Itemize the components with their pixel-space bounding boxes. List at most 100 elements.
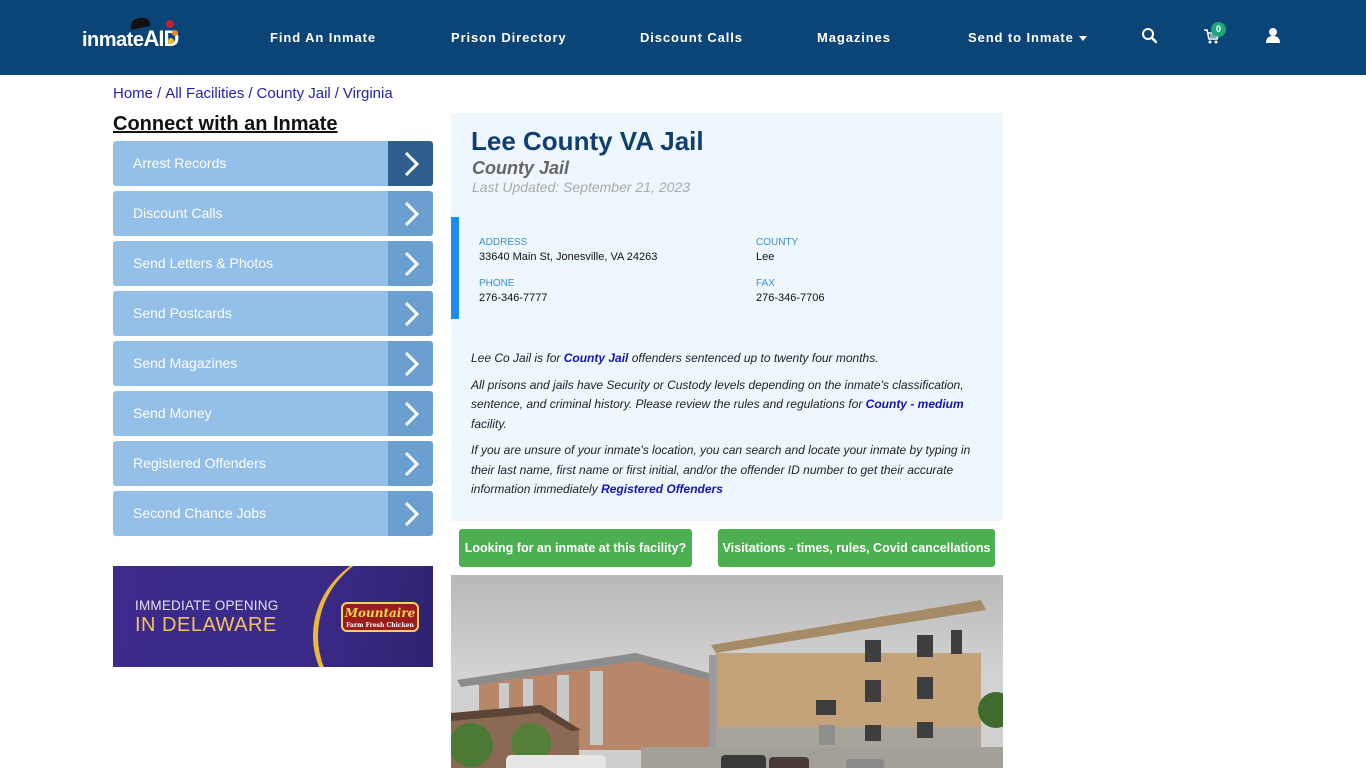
window	[917, 677, 933, 699]
parked-car	[721, 755, 766, 768]
breadcrumb-all-facilities[interactable]: All Facilities	[165, 85, 244, 102]
phone-label: PHONE	[479, 278, 515, 289]
address-label: ADDRESS	[479, 237, 528, 248]
user-icon[interactable]	[1263, 26, 1283, 46]
facility-description: Lee Co Jail is for County Jail offenders…	[471, 349, 986, 507]
description-paragraph: Lee Co Jail is for County Jail offenders…	[471, 349, 986, 369]
chevron-right-icon	[388, 491, 433, 536]
sidebar-item-label: Second Chance Jobs	[113, 491, 388, 536]
facility-title: Lee County VA Jail	[471, 126, 704, 156]
sidebar-item-label: Send Postcards	[113, 291, 388, 336]
nav-magazines[interactable]: Magazines	[817, 30, 891, 45]
caret-down-icon	[1078, 36, 1087, 42]
sidebar-item-registered-offenders[interactable]: Registered Offenders	[113, 441, 433, 486]
sidebar-item-label: Registered Offenders	[113, 441, 388, 486]
ad-brand-name: Mountaire	[344, 606, 416, 620]
sidebar-item-second-chance-jobs[interactable]: Second Chance Jobs	[113, 491, 433, 536]
cart-count-badge: 0	[1211, 22, 1226, 37]
registered-offenders-link[interactable]: Registered Offenders	[601, 482, 723, 496]
tree	[451, 723, 493, 767]
sidebar-item-discount-calls[interactable]: Discount Calls	[113, 191, 433, 236]
breadcrumb-separator: /	[157, 85, 162, 102]
sidebar-item-send-magazines[interactable]: Send Magazines	[113, 341, 433, 386]
ad-brand-tagline: Farm Fresh Chicken	[346, 622, 414, 629]
breadcrumb-separator: /	[248, 85, 253, 102]
visitations-button[interactable]: Visitations - times, rules, Covid cancel…	[718, 529, 995, 567]
leaf-icon	[172, 30, 178, 36]
facility-card: Lee County VA Jail County Jail Last Upda…	[451, 113, 1003, 521]
county-medium-link[interactable]: County - medium	[866, 397, 964, 411]
description-text: Lee Co Jail is for	[471, 351, 564, 365]
county-label: COUNTY	[756, 237, 799, 248]
top-navbar: inmate AID Find An Inmate Prison Directo…	[0, 0, 1366, 75]
phone-value: 276-346-7777	[479, 292, 548, 304]
breadcrumb-home[interactable]: Home	[113, 85, 153, 102]
sidebar-title: Connect with an Inmate	[113, 113, 338, 135]
leaf-icon	[168, 38, 174, 44]
inmateaid-logo[interactable]: inmate AID	[82, 16, 179, 52]
ad-subheadline: IN DELAWARE	[135, 614, 277, 636]
sidebar-menu: Arrest Records Discount Calls Send Lette…	[113, 141, 433, 541]
breadcrumb: Home / All Facilities / County Jail / Virginia	[113, 85, 393, 102]
sidebar-item-send-money[interactable]: Send Money	[113, 391, 433, 436]
tree	[978, 692, 1003, 728]
fax-label: FAX	[756, 278, 775, 289]
ad-headline: IMMEDIATE OPENING	[135, 598, 279, 613]
facility-type: County Jail	[472, 158, 570, 178]
fax-field: FAX 276-346-7706	[756, 278, 825, 304]
search-icon[interactable]	[1140, 26, 1160, 46]
chevron-right-icon	[388, 191, 433, 236]
building-connector	[709, 655, 717, 750]
retaining-wall	[641, 747, 1003, 768]
sidebar-item-arrest-records[interactable]: Arrest Records	[113, 141, 433, 186]
nav-prison-directory[interactable]: Prison Directory	[451, 30, 567, 45]
accent-bar	[451, 217, 459, 319]
logo-text-inmate: inmate	[82, 29, 144, 51]
sidebar-item-send-letters-photos[interactable]: Send Letters & Photos	[113, 241, 433, 286]
sidebar-item-send-postcards[interactable]: Send Postcards	[113, 291, 433, 336]
facility-photo	[451, 575, 1003, 768]
sidebar-item-label: Arrest Records	[113, 141, 388, 186]
breadcrumb-separator: /	[334, 85, 339, 102]
leaf-icon	[166, 20, 174, 28]
window	[816, 700, 836, 715]
chevron-right-icon	[388, 341, 433, 386]
chevron-right-icon	[388, 141, 433, 186]
description-paragraph: If you are unsure of your inmate's locat…	[471, 441, 986, 500]
facility-building-illustration	[451, 600, 1003, 768]
description-paragraph: All prisons and jails have Security or C…	[471, 376, 986, 435]
nav-discount-calls[interactable]: Discount Calls	[640, 30, 743, 45]
last-updated: Last Updated: September 21, 2023	[472, 179, 690, 195]
county-field: COUNTY Lee	[756, 237, 798, 263]
find-inmate-at-facility-button[interactable]: Looking for an inmate at this facility?	[459, 529, 692, 567]
door	[819, 725, 835, 745]
sidebar-item-label: Send Money	[113, 391, 388, 436]
chevron-right-icon	[388, 241, 433, 286]
parked-car	[769, 757, 809, 768]
parked-car	[846, 759, 884, 768]
description-text: facility.	[471, 416, 507, 431]
facility-info-panel: ADDRESS 33640 Main St, Jonesville, VA 24…	[451, 217, 1003, 319]
breadcrumb-virginia[interactable]: Virginia	[343, 85, 393, 102]
phone-field: PHONE 276-346-7777	[479, 278, 548, 304]
description-text: offenders sentenced up to twenty four mo…	[628, 351, 879, 365]
window	[865, 680, 881, 702]
nav-find-an-inmate[interactable]: Find An Inmate	[270, 30, 376, 45]
window	[865, 725, 881, 741]
advertisement-banner[interactable]: IMMEDIATE OPENING IN DELAWARE Mountaire F…	[113, 566, 433, 667]
address-field: ADDRESS 33640 Main St, Jonesville, VA 24…	[479, 237, 657, 263]
window	[951, 630, 962, 654]
window	[917, 635, 933, 657]
window	[917, 722, 933, 738]
fax-value: 276-346-7706	[756, 292, 825, 304]
county-value: Lee	[756, 251, 775, 263]
sidebar-item-label: Discount Calls	[113, 191, 388, 236]
breadcrumb-county-jail[interactable]: County Jail	[257, 85, 331, 102]
address-value: 33640 Main St, Jonesville, VA 24263	[479, 251, 658, 263]
sidebar-item-label: Send Magazines	[113, 341, 388, 386]
nav-send-to-inmate[interactable]: Send to Inmate	[968, 30, 1087, 45]
chevron-right-icon	[388, 291, 433, 336]
window	[865, 640, 881, 662]
sidebar-item-label: Send Letters & Photos	[113, 241, 388, 286]
county-jail-link[interactable]: County Jail	[564, 351, 629, 365]
